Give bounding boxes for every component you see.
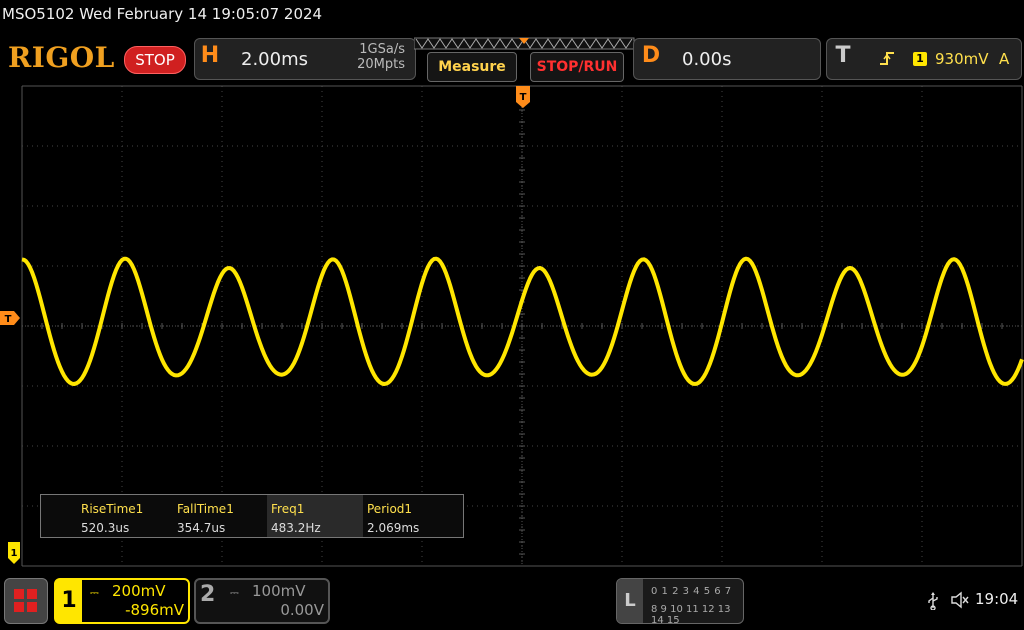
memory-timeline[interactable] <box>414 37 636 51</box>
channel1-panel[interactable]: 1 ⎓ 200mV -896mV <box>54 578 190 624</box>
measurement-panel[interactable]: RiseTime1 520.3us FallTime1 354.7us Freq… <box>40 494 464 538</box>
trigger-level-marker[interactable]: T <box>0 311 20 325</box>
trigger-level: 930mV <box>935 50 989 68</box>
logic-channels-low: 0 1 2 3 4 5 6 7 <box>651 586 732 597</box>
measurement-fall-time[interactable]: FallTime1 354.7us <box>137 495 234 537</box>
timebase-value: 2.00ms <box>241 49 308 70</box>
run-status-badge[interactable]: STOP <box>124 46 186 74</box>
svg-text:T: T <box>520 92 527 103</box>
stop-run-button[interactable]: STOP/RUN <box>530 52 624 82</box>
channel1-ground-marker[interactable]: 1 <box>8 542 20 564</box>
svg-text:T: T <box>5 314 12 325</box>
measurement-value: 2.069ms <box>367 521 420 535</box>
measurement-name: FallTime1 <box>177 502 234 516</box>
trigger-mode: A <box>999 50 1010 68</box>
trigger-position-marker[interactable]: T <box>516 86 530 108</box>
measure-button[interactable]: Measure <box>427 52 517 82</box>
logic-channels-high: 8 9 10 11 12 13 14 15 <box>651 604 731 626</box>
measurement-name: Freq1 <box>271 502 305 516</box>
trigger-label: T <box>835 43 851 68</box>
main-menu-button[interactable] <box>4 578 48 624</box>
measurement-rise-time[interactable]: RiseTime1 520.3us <box>41 495 143 537</box>
trigger-panel[interactable]: T 1 930mV A <box>826 38 1022 80</box>
horizontal-label: H <box>200 43 220 68</box>
logic-analyzer-panel[interactable]: L 0 1 2 3 4 5 6 7 8 9 10 11 12 13 14 15 <box>616 578 744 626</box>
channel1-number: 1 <box>56 580 82 622</box>
usb-icon <box>928 592 938 610</box>
delay-value: 0.00s <box>682 49 732 70</box>
channel2-scale: 100mV <box>252 582 306 600</box>
channel1-scale: 200mV <box>112 582 166 600</box>
rigol-logo: RIGOL <box>8 41 115 74</box>
horizontal-panel[interactable]: H 2.00ms 1GSa/s 20Mpts <box>194 38 416 80</box>
menu-grid-icon <box>14 589 37 612</box>
channel2-panel[interactable]: 2 ⎓ 100mV 0.00V <box>194 578 330 624</box>
logic-label: L <box>617 579 643 623</box>
sample-rate: 1GSa/s <box>359 42 405 57</box>
channel2-number: 2 <box>200 582 216 607</box>
measurement-name: RiseTime1 <box>81 502 144 516</box>
measurement-name: Period1 <box>367 502 413 516</box>
measurement-frequency[interactable]: Freq1 483.2Hz <box>267 495 363 537</box>
measurement-value: 354.7us <box>177 521 226 535</box>
dc-coupling-icon: ⎓ <box>230 586 239 599</box>
dc-coupling-icon: ⎓ <box>90 586 99 599</box>
svg-text:1: 1 <box>11 548 18 559</box>
measurement-period[interactable]: Period1 2.069ms <box>363 495 459 537</box>
rising-edge-icon <box>880 52 894 65</box>
measurement-value: 520.3us <box>81 521 130 535</box>
trigger-source: 1 <box>913 52 927 66</box>
mute-icon[interactable] <box>950 590 970 610</box>
clock: 19:04 <box>975 590 1019 608</box>
delay-panel[interactable]: D 0.00s <box>633 38 821 80</box>
channel2-offset: 0.00V <box>280 601 324 619</box>
channel1-offset: -896mV <box>125 601 184 619</box>
delay-label: D <box>641 43 661 68</box>
measurement-value: 483.2Hz <box>271 521 321 535</box>
memory-depth: 20Mpts <box>357 57 405 72</box>
device-title: MSO5102 Wed February 14 19:05:07 2024 <box>2 5 323 23</box>
